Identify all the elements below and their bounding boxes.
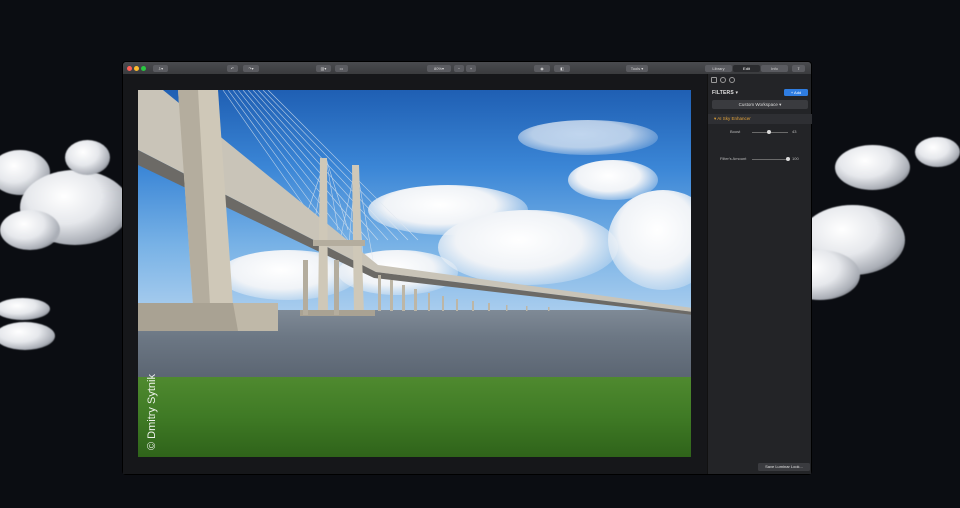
zoom-out-button[interactable]: −: [454, 64, 464, 72]
app-window: ⇩▾ ↶ ↷▾ ▥▾ ▭ 80%▾ − + ◉ ◧ Tools ▾ Librar…: [123, 62, 812, 474]
filter-amount-slider-row: Filter's Amount 100: [708, 155, 812, 163]
tab-info[interactable]: Info: [761, 64, 788, 72]
cloud-decoration: [0, 322, 55, 350]
toolbar: ⇩▾ ↶ ↷▾ ▥▾ ▭ 80%▾ − + ◉ ◧ Tools ▾ Librar…: [123, 62, 811, 74]
add-filter-button[interactable]: + Add: [784, 89, 808, 96]
edited-photo[interactable]: © Dmitry Sytnik: [138, 90, 691, 457]
tab-edit[interactable]: Edit: [733, 64, 760, 72]
filter-amount-label: Filter's Amount: [720, 156, 747, 161]
tab-info-label: Info: [771, 65, 778, 71]
cloud-decoration: [0, 210, 60, 250]
workspace-label: Custom Workspace: [738, 102, 778, 107]
redo-icon: ↷▾: [248, 65, 254, 71]
filter-amount-value: 100: [792, 156, 799, 161]
tab-edit-label: Edit: [743, 65, 750, 71]
histogram-icon[interactable]: [711, 77, 717, 83]
split-view-icon: ◧: [560, 65, 564, 71]
share-icon: ⇪: [796, 65, 801, 71]
workspace-select[interactable]: Custom Workspace ▾: [712, 100, 808, 109]
minimize-window-button[interactable]: [134, 65, 139, 71]
tools-menu[interactable]: Tools ▾: [626, 64, 648, 72]
undo-button[interactable]: ↶: [227, 64, 238, 72]
layers-icon[interactable]: [720, 77, 726, 83]
chevron-down-icon: ▾: [733, 90, 739, 96]
desktop-stage: ⇩▾ ↶ ↷▾ ▥▾ ▭ 80%▾ − + ◉ ◧ Tools ▾ Librar…: [0, 0, 960, 508]
chevron-down-icon: ▾: [442, 65, 445, 71]
history-icon[interactable]: [729, 77, 735, 83]
boost-slider-knob[interactable]: [767, 130, 771, 134]
layout-icon: ▥▾: [320, 65, 327, 71]
compare-icon: ▭: [339, 65, 344, 71]
import-icon: ⇩▾: [157, 65, 164, 71]
compare-button[interactable]: ▭: [335, 64, 348, 72]
close-window-button[interactable]: [127, 65, 132, 71]
photo-watermark: © Dmitry Sytnik: [146, 374, 158, 450]
tab-library-label: Library: [712, 65, 725, 71]
zoom-in-label: +: [469, 65, 473, 71]
filter-title: AI Sky Enhancer: [717, 116, 751, 121]
boost-label: Boost: [730, 129, 741, 134]
zoom-window-button[interactable]: [141, 65, 146, 71]
bridge-illustration: [138, 90, 691, 331]
filters-menu[interactable]: FILTERS ▾: [712, 90, 738, 96]
filters-title: FILTERS: [712, 90, 734, 96]
boost-value: 43: [792, 129, 797, 134]
filter-amount-slider-track[interactable]: [752, 158, 788, 160]
filter-header-sky-enhancer[interactable]: ▾ AI Sky Enhancer: [708, 114, 812, 124]
split-view-button[interactable]: ◧: [554, 64, 570, 72]
zoom-value: 80%: [433, 65, 442, 71]
zoom-select[interactable]: 80%▾: [427, 64, 451, 72]
redo-button[interactable]: ↷▾: [243, 64, 259, 72]
cloud-decoration: [835, 145, 910, 190]
layout-button[interactable]: ▥▾: [316, 64, 331, 72]
preview-button[interactable]: ◉: [534, 64, 550, 72]
tools-label: Tools: [630, 65, 641, 71]
zoom-in-button[interactable]: +: [466, 64, 476, 72]
cloud-decoration: [915, 137, 960, 167]
boost-slider-row: Boost 43: [708, 128, 812, 136]
chevron-down-icon: ▾: [640, 65, 644, 71]
zoom-out-label: −: [457, 65, 461, 71]
import-button[interactable]: ⇩▾: [153, 64, 168, 72]
save-luminar-look-button[interactable]: Save Luminar Look...: [758, 463, 810, 471]
cloud-decoration: [0, 298, 50, 320]
eye-icon: ◉: [540, 65, 544, 71]
tab-library[interactable]: Library: [705, 64, 732, 72]
chevron-down-icon: ▾: [777, 102, 782, 107]
filter-amount-slider-knob[interactable]: [786, 157, 790, 161]
image-canvas[interactable]: © Dmitry Sytnik: [123, 74, 707, 474]
share-button[interactable]: ⇪: [792, 64, 805, 72]
undo-icon: ↶: [230, 65, 235, 71]
filters-panel: FILTERS ▾ + Add Custom Workspace ▾ ▾ AI …: [707, 74, 812, 474]
cloud-decoration: [65, 140, 110, 175]
